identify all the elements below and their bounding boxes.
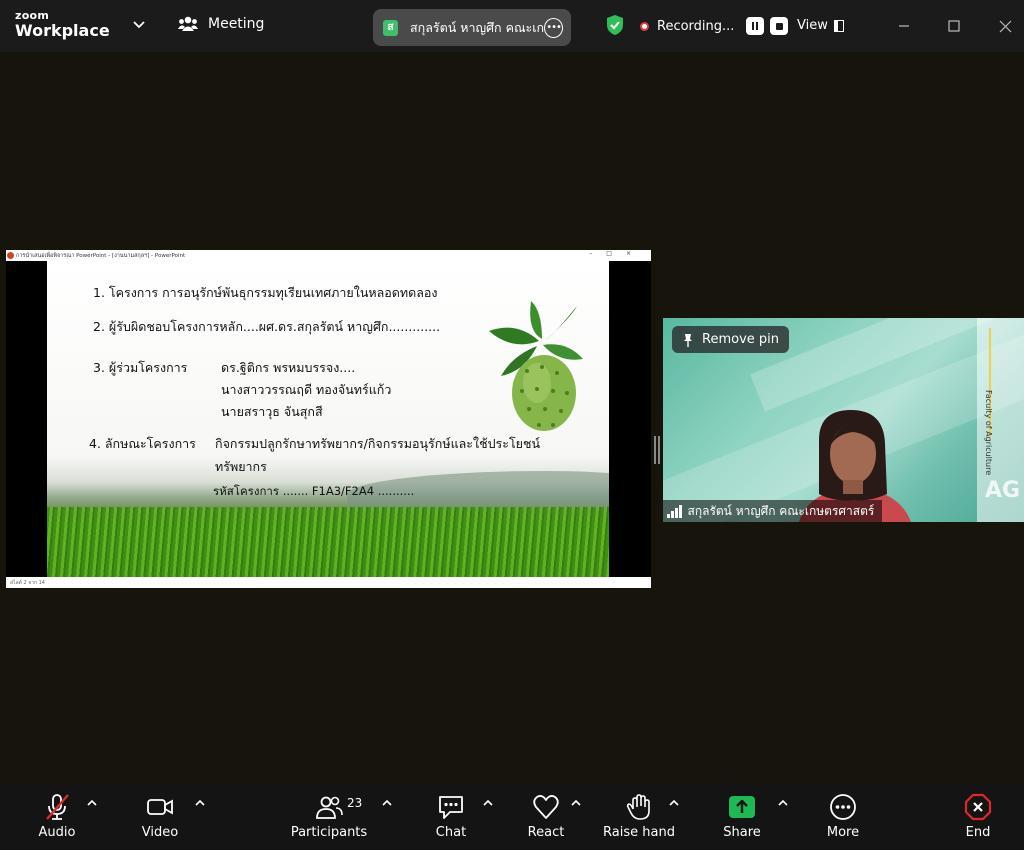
recording-label: Recording... (657, 18, 735, 34)
stop-recording-icon[interactable] (770, 17, 789, 35)
slide-line-6: นายสราวุธ จันสุกสี (221, 404, 323, 419)
view-label: View (797, 18, 828, 33)
slide-line-2: 2. ผู้รับผิดชอบโครงการหลัก....ผศ.ดร.สกุล… (93, 319, 441, 334)
slide-line-8: กิจกรรมปลูกรักษาทรัพยากร/กิจกรรมอนุรักษ์… (215, 436, 541, 451)
participants-icon (316, 796, 343, 819)
slide-line-5: นางสาววรรณฤดี ทองจันทร์แก้ว (221, 382, 392, 397)
host-avatar: ส (383, 19, 398, 36)
close-icon (999, 20, 1011, 32)
video-options-chevron-icon[interactable] (195, 799, 205, 807)
participants-options-chevron-icon[interactable] (382, 799, 392, 807)
brand-bottom: Workplace (15, 21, 110, 40)
more-dots-icon[interactable]: ••• (544, 17, 563, 38)
pin-icon (684, 333, 692, 347)
chevron-down-icon[interactable] (133, 20, 145, 30)
react-options-chevron-icon[interactable] (571, 799, 581, 807)
participant-name-bar: สกุลรัตน์ หาญศึก คณะเกษตรศาสตร์ (663, 500, 883, 522)
chat-options-chevron-icon[interactable] (483, 799, 493, 807)
remove-pin-button[interactable]: Remove pin (672, 326, 789, 353)
slide-line-4: ดร.ฐิติกร พรหมบรรจง.... (221, 360, 356, 375)
faculty-text: Faculty of Agriculture (984, 390, 993, 476)
end-button[interactable]: End (959, 783, 997, 850)
chat-label: Chat (435, 825, 467, 840)
slide-counter: สไลด์ 2 จาก 14 (10, 579, 45, 586)
more-label: More (826, 825, 860, 840)
participants-icon (178, 16, 198, 31)
powerpoint-status-bar: สไลด์ 2 จาก 14 (6, 577, 651, 588)
raise-hand-button[interactable]: Raise hand (603, 783, 675, 850)
recording-indicator: Recording... (640, 17, 789, 35)
end-icon (964, 793, 992, 821)
participants-button[interactable]: Participants (290, 783, 368, 850)
more-dots-icon (830, 794, 856, 820)
minimize-button[interactable] (892, 14, 916, 38)
powerpoint-title-bar: การนำเสนอเพื่อพิจารณา PowerPoint - [งานน… (6, 250, 651, 261)
audio-button[interactable]: Audio (38, 783, 76, 850)
slide-line-1: 1. โครงการ การอนุรักษ์พันธุกรรมทุเรียนเท… (93, 285, 438, 300)
video-label: Video (141, 825, 179, 840)
raise-hand-options-chevron-icon[interactable] (669, 799, 679, 807)
audio-label: Audio (38, 825, 76, 840)
shared-screen: การนำเสนอเพื่อพิจารณา PowerPoint - [งานน… (6, 250, 651, 588)
title-bar: zoom Workplace Meeting ส สกุลรัตน์ หาญศึ… (0, 0, 1024, 52)
presentation-slide: 1. โครงการ การอนุรักษ์พันธุกรรมทุเรียนเท… (47, 261, 609, 577)
end-label: End (965, 825, 991, 840)
slide-line-7: 4. ลักษณะโครงการ (89, 436, 196, 451)
slide-line-10: รหัสโครงการ ....... F1A3/F2A4 .......... (213, 484, 415, 498)
meeting-label: Meeting (208, 16, 265, 32)
share-button[interactable]: Share (723, 783, 761, 850)
powerpoint-icon (7, 252, 14, 259)
remove-pin-label: Remove pin (702, 332, 779, 347)
host-name: สกุลรัตน์ หาญศึก คณะเก (410, 19, 545, 35)
soursop-fruit-image (489, 301, 583, 431)
host-name-pill[interactable]: ส สกุลรัตน์ หาญศึก คณะเก ••• (373, 9, 571, 46)
chat-icon (439, 796, 463, 819)
shield-check-icon[interactable] (605, 14, 625, 36)
slide-grass (47, 507, 609, 577)
powerpoint-title: การนำเสนอเพื่อพิจารณา PowerPoint - [งานน… (16, 252, 186, 259)
audio-options-chevron-icon[interactable] (87, 799, 97, 807)
recording-dot-icon (640, 21, 649, 31)
video-camera-icon (147, 799, 173, 815)
maximize-button[interactable] (942, 14, 966, 38)
meeting-menu[interactable]: Meeting (178, 16, 264, 32)
meeting-toolbar: Audio Video Participants 23 Chat React R… (0, 783, 1024, 850)
heart-icon (533, 795, 559, 819)
participants-label: Participants (290, 825, 368, 840)
share-label: Share (723, 825, 761, 840)
pause-recording-icon[interactable] (746, 17, 765, 35)
slide-line-3: 3. ผู้ร่วมโครงการ (93, 360, 188, 375)
minimize-icon (899, 25, 909, 27)
brand-top: zoom (15, 9, 50, 22)
share-options-chevron-icon[interactable] (778, 799, 788, 807)
hand-icon (626, 794, 650, 820)
react-button[interactable]: React (527, 783, 565, 850)
powerpoint-window-controls: –□× (589, 250, 645, 257)
view-layout-icon (833, 19, 844, 32)
maximize-icon (948, 20, 960, 32)
participants-count: 23 (347, 796, 363, 810)
video-button[interactable]: Video (141, 783, 179, 850)
raise-hand-label: Raise hand (603, 825, 675, 840)
share-arrow-icon (729, 796, 755, 818)
resize-handle[interactable] (654, 436, 660, 464)
react-label: React (527, 825, 565, 840)
participant-name: สกุลรัตน์ หาญศึก คณะเกษตรศาสตร์ (687, 503, 875, 518)
zoom-logo: zoom Workplace (15, 10, 110, 39)
signal-icon (667, 504, 682, 518)
faculty-mark: AG (985, 478, 1021, 503)
view-button[interactable]: View (797, 18, 844, 33)
chat-button[interactable]: Chat (434, 783, 468, 850)
close-button[interactable] (993, 14, 1017, 38)
mic-muted-icon (46, 794, 69, 820)
slide-line-9: ทรัพยากร (215, 459, 267, 474)
more-button[interactable]: More (824, 783, 862, 850)
